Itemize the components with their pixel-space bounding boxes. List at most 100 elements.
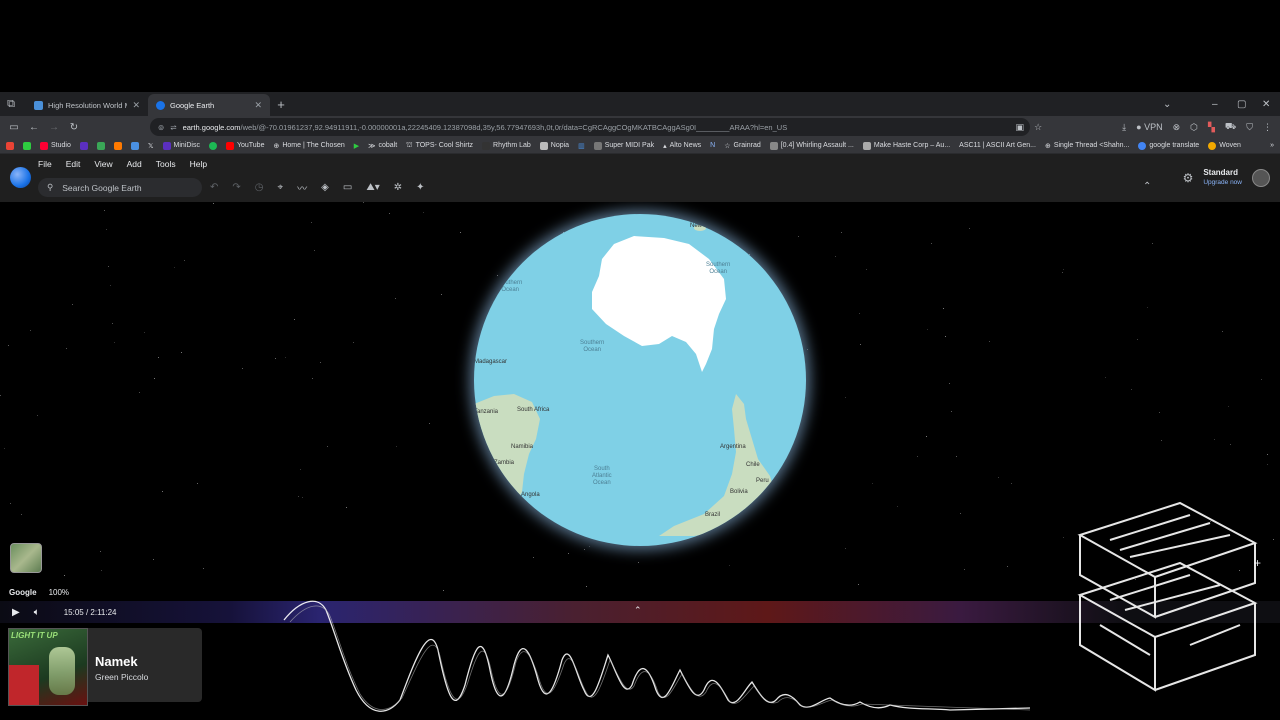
bookmark-item[interactable]: ⊕ Home | The Chosen	[273, 142, 344, 150]
bookmark-label: cobalt	[378, 142, 398, 149]
screenshot-icon[interactable]: ▣	[1016, 122, 1025, 133]
history-icon[interactable]: ◷	[255, 182, 264, 193]
bookmark-item[interactable]: Woven	[1208, 141, 1241, 150]
star	[327, 446, 328, 447]
bookmark-item[interactable]: Studio	[40, 141, 71, 150]
menu-tools[interactable]: Tools	[156, 159, 176, 169]
close-tab-icon[interactable]: ✕	[254, 100, 262, 111]
bookmark-item[interactable]: ASC11 | ASCII Art Gen...	[959, 142, 1036, 149]
label-southern-ocean-mid: Southern Ocean	[580, 340, 605, 353]
star	[859, 313, 860, 314]
bookmark-item[interactable]: Super MIDI Pak	[593, 141, 654, 150]
search-input[interactable]: ⚲ Search Google Earth	[38, 178, 202, 197]
volume-icon[interactable]: 🔈︎	[34, 607, 40, 618]
bookmark-item[interactable]: ☆ Grainrad	[724, 142, 761, 150]
menu-edit[interactable]: Edit	[66, 159, 81, 169]
settings-gear-icon[interactable]: ⚙	[1183, 171, 1194, 185]
menu-help[interactable]: Help	[190, 159, 207, 169]
extension-badge-icon[interactable]: ▚	[1208, 122, 1215, 133]
bookmark-play-icon[interactable]: ▶	[354, 142, 359, 150]
map-style-icon[interactable]: ⛰▾	[366, 182, 379, 193]
bookmark-green-icon[interactable]	[96, 141, 105, 150]
minimize-icon[interactable]: –	[1212, 92, 1218, 116]
redo-icon[interactable]: ↷	[232, 182, 240, 193]
bookmark-item[interactable]: ⊕ Single Thread <Shahn...	[1045, 142, 1129, 150]
maximize-icon[interactable]: ▢	[1237, 92, 1246, 116]
avatar[interactable]	[1252, 169, 1270, 187]
bookmark-item[interactable]: YouTube	[225, 141, 264, 150]
star	[729, 565, 730, 566]
star	[311, 222, 312, 223]
extension-icon[interactable]: ⬡	[1190, 122, 1198, 133]
measure-icon[interactable]: ▭	[343, 182, 352, 193]
reload-icon[interactable]: ↻	[64, 122, 84, 133]
bookmark-item[interactable]: google translate	[1138, 141, 1199, 150]
bookmark-gmail-icon[interactable]	[6, 141, 14, 150]
close-tab-icon[interactable]: ✕	[132, 100, 140, 111]
site-info-icon[interactable]: ⊚	[158, 123, 164, 132]
sidebar-icon[interactable]: ▭	[4, 122, 24, 133]
map-layer-thumbnail[interactable]	[10, 543, 42, 573]
star	[951, 411, 952, 412]
add-path-icon[interactable]: 〰	[297, 180, 307, 195]
menu-add[interactable]: Add	[127, 159, 142, 169]
add-placemark-icon[interactable]: ⌖	[278, 182, 284, 193]
bookmark-item[interactable]: Make Haste Corp – Au...	[862, 141, 950, 150]
bookmark-purple-icon[interactable]	[79, 141, 88, 150]
gemini-icon[interactable]: ✦	[416, 182, 424, 193]
plan-info[interactable]: Standard Upgrade now	[1203, 168, 1242, 188]
voyager-icon[interactable]: ✲	[394, 182, 402, 193]
bookmark-orange-icon[interactable]	[113, 141, 122, 150]
tab-google-earth[interactable]: Google Earth ✕	[148, 94, 270, 116]
upgrade-link[interactable]: Upgrade now	[1203, 178, 1242, 188]
more-menu-icon[interactable]: ⋮	[1263, 122, 1272, 133]
wireframe-top-face	[1077, 501, 1258, 579]
star	[586, 586, 587, 587]
star-icon: ☆	[724, 142, 731, 150]
bookmark-item[interactable]: ▴ Alto News	[663, 142, 701, 150]
collapse-toolbar-icon[interactable]: ⌃	[1143, 181, 1151, 192]
tab-menu-icon[interactable]: ⧉	[0, 93, 22, 115]
address-bar[interactable]: ⊚ ⇌ earth.google.com/web/@-70.01961237,9…	[150, 118, 1030, 136]
bookmarks-overflow-icon[interactable]: »	[1270, 142, 1274, 149]
bookmark-item[interactable]: Rhythm Lab	[482, 141, 531, 150]
download-icon[interactable]: ⤓	[1122, 122, 1126, 133]
play-icon[interactable]: ▶	[12, 607, 20, 618]
new-tab-icon[interactable]: +	[270, 93, 292, 115]
bookmark-k-icon[interactable]	[23, 141, 31, 150]
forward-icon[interactable]: →	[44, 122, 64, 133]
connection-icon: ⇌	[170, 122, 177, 132]
bookmark-chart-icon[interactable]: ▥	[578, 142, 585, 150]
bookmark-item[interactable]: ≫ cobalt	[368, 142, 397, 150]
bookmark-x-icon[interactable]: 𝕏	[148, 142, 154, 150]
bookmark-n-icon[interactable]: N	[710, 142, 715, 149]
star	[584, 549, 585, 550]
google-earth-logo-icon[interactable]	[10, 167, 31, 188]
bookmark-favicon-icon	[539, 141, 548, 150]
star	[37, 415, 38, 416]
menu-file[interactable]: File	[38, 159, 52, 169]
google-brand: Google	[9, 588, 37, 597]
globe[interactable]: New Zealand Southern Ocean Southern Ocea…	[474, 214, 806, 546]
shield-icon[interactable]: ⛉	[1246, 122, 1253, 133]
extension-car-icon[interactable]: ⛟	[1225, 121, 1236, 133]
menu-view[interactable]: View	[94, 159, 112, 169]
vpn-button[interactable]: ● VPN	[1136, 122, 1162, 132]
tab-search-chevron-icon[interactable]: ⌄	[1163, 92, 1171, 116]
star	[1147, 307, 1148, 308]
bookmark-star-icon[interactable]: ☆	[1034, 122, 1042, 133]
bookmark-item[interactable]: [0.4] Whirling Assault ...	[769, 141, 854, 150]
back-icon[interactable]: ←	[24, 122, 44, 133]
bookmark-item[interactable]: Nopia	[539, 141, 569, 150]
bookmark-item[interactable]: ⛫ TOPS- Cool Shirtz	[406, 141, 473, 150]
star	[30, 330, 31, 331]
undo-icon[interactable]: ↶	[210, 182, 218, 193]
bookmark-blue-icon[interactable]	[130, 141, 139, 150]
extension-x-icon[interactable]: ⊗	[1173, 122, 1181, 133]
close-window-icon[interactable]: ✕	[1262, 92, 1270, 116]
tab-world-map[interactable]: High Resolution World Map - G ✕	[26, 94, 148, 116]
bookmark-spotify-icon[interactable]	[208, 141, 217, 150]
layers-icon[interactable]: ◈	[321, 182, 329, 193]
audio-waveform	[283, 600, 1030, 712]
bookmark-item[interactable]: MiniDisc	[162, 141, 200, 150]
